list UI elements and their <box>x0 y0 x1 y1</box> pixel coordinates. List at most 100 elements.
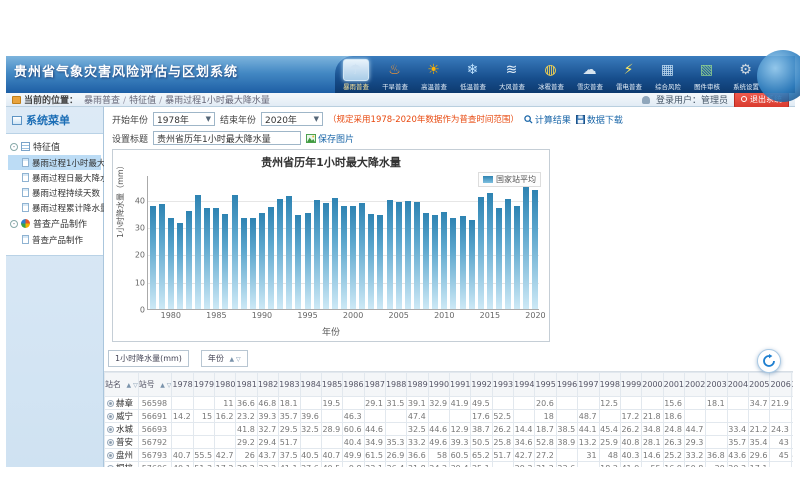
col-year-1991[interactable]: 1991 <box>450 373 471 397</box>
bar-1979[interactable] <box>159 204 165 309</box>
col-year-1998[interactable]: 1998 <box>599 373 620 397</box>
bar-1993[interactable] <box>286 196 292 309</box>
col-year-1978[interactable]: 1978 <box>172 373 193 397</box>
row-radio-icon[interactable] <box>107 400 114 407</box>
bar-2017[interactable] <box>505 199 511 309</box>
bar-1997[interactable] <box>323 203 329 309</box>
col-year-2007[interactable]: 2007 <box>791 373 793 397</box>
bar-2002[interactable] <box>368 214 374 309</box>
end-year-select[interactable]: 2020年 ▼ <box>261 112 323 126</box>
chart-title-input[interactable]: 贵州省历年1小时最大降水量 <box>153 131 301 145</box>
bar-1978[interactable] <box>150 206 156 309</box>
bar-2014[interactable] <box>478 197 484 309</box>
bar-1981[interactable] <box>177 223 183 309</box>
col-year-1990[interactable]: 1990 <box>428 373 449 397</box>
col-year-1983[interactable]: 1983 <box>279 373 300 397</box>
nav-item-drought[interactable]: ♨干旱普查 <box>375 57 414 93</box>
nav-item-high-temp[interactable]: ☀高温普查 <box>414 57 453 93</box>
col-year-1995[interactable]: 1995 <box>535 373 556 397</box>
nav-item-settings[interactable]: ⚙系统设置 <box>726 57 765 93</box>
col-year-1982[interactable]: 1982 <box>257 373 278 397</box>
breadcrumb-item[interactable]: 暴雨过程1小时最大降水量 <box>165 96 270 106</box>
bar-2013[interactable] <box>469 220 475 309</box>
sidebar-item[interactable]: 普查产品制作 <box>8 232 101 247</box>
sidebar-item[interactable]: 暴雨过程日最大降水量 <box>8 170 101 185</box>
col-station-id[interactable]: 站号 ▲ ▽ <box>138 373 172 397</box>
table-row[interactable]: 水城5669341.832.729.532.528.960.644.632.54… <box>105 423 794 436</box>
breadcrumb-item[interactable]: 暴雨普查 <box>84 96 120 106</box>
col-year-2001[interactable]: 2001 <box>663 373 684 397</box>
bar-2018[interactable] <box>514 206 520 309</box>
save-image-button[interactable]: 保存图片 <box>306 132 354 145</box>
nav-item-risk-calculator[interactable]: ▦综合风险 <box>648 57 687 93</box>
bar-1980[interactable] <box>168 218 174 309</box>
bar-1999[interactable] <box>341 206 347 309</box>
col-year-1986[interactable]: 1986 <box>343 373 364 397</box>
bar-2008[interactable] <box>423 213 429 309</box>
row-radio-icon[interactable] <box>107 426 114 433</box>
bar-1996[interactable] <box>314 200 320 309</box>
nav-item-wind[interactable]: ≋大风普查 <box>492 57 531 93</box>
bar-1998[interactable] <box>332 198 338 309</box>
col-year-2005[interactable]: 2005 <box>749 373 770 397</box>
col-year-1988[interactable]: 1988 <box>385 373 406 397</box>
col-year-1981[interactable]: 1981 <box>236 373 257 397</box>
sort-icons[interactable]: ▲ ▽ <box>127 382 138 389</box>
table-row[interactable]: 桐梓5760640.151.317.228.233.241.127.640.59… <box>105 462 794 468</box>
col-year-2000[interactable]: 2000 <box>642 373 663 397</box>
start-year-select[interactable]: 1978年 ▼ <box>153 112 215 126</box>
calculate-button[interactable]: 计算结果 <box>524 113 571 126</box>
nav-item-hail[interactable]: ◍冰雹普查 <box>531 57 570 93</box>
sidebar-item[interactable]: 暴雨过程1小时最大降水量 <box>8 155 101 170</box>
bar-1995[interactable] <box>305 213 311 309</box>
bar-1987[interactable] <box>232 195 238 309</box>
bar-2010[interactable] <box>441 212 447 309</box>
bar-2016[interactable] <box>496 208 502 309</box>
nav-item-lightning[interactable]: ⚡雷电普查 <box>609 57 648 93</box>
bar-2003[interactable] <box>377 215 383 309</box>
bar-1986[interactable] <box>222 214 228 309</box>
nav-item-snow[interactable]: ☁雪灾普查 <box>570 57 609 93</box>
bar-2004[interactable] <box>387 200 393 309</box>
value-type-box[interactable]: 1小时降水量(mm) <box>108 350 189 367</box>
station-table-wrap[interactable]: 站名 ▲ ▽站号 ▲ ▽1978197919801981198219831984… <box>104 371 793 467</box>
refresh-float-button[interactable] <box>757 349 781 373</box>
col-year-1999[interactable]: 1999 <box>620 373 641 397</box>
bar-2020[interactable] <box>532 190 538 310</box>
row-radio-icon[interactable] <box>107 452 114 459</box>
bar-2000[interactable] <box>350 206 356 309</box>
download-button[interactable]: 数据下载 <box>576 113 623 126</box>
col-year-1980[interactable]: 1980 <box>215 373 236 397</box>
bar-2007[interactable] <box>414 202 420 309</box>
bar-1989[interactable] <box>250 218 256 309</box>
tree-group[interactable]: -普查产品制作 <box>8 215 101 232</box>
col-year-2003[interactable]: 2003 <box>706 373 727 397</box>
col-year-1997[interactable]: 1997 <box>578 373 599 397</box>
table-row[interactable]: 赫章565981136.646.818.119.529.131.539.132.… <box>105 397 794 410</box>
year-sort-box[interactable]: 年份 ▲ ▽ <box>201 350 248 367</box>
breadcrumb-item[interactable]: 特征值 <box>129 96 156 106</box>
bar-2015[interactable] <box>487 193 493 309</box>
col-year-2004[interactable]: 2004 <box>727 373 748 397</box>
table-row[interactable]: 盘州5679340.755.542.72643.737.540.540.749.… <box>105 449 794 462</box>
table-row[interactable]: 威宁5669114.21516.223.239.335.739.646.347.… <box>105 410 794 423</box>
bar-2011[interactable] <box>450 218 456 309</box>
col-year-1992[interactable]: 1992 <box>471 373 492 397</box>
expand-icon[interactable]: - <box>10 143 18 151</box>
bar-1985[interactable] <box>213 208 219 309</box>
col-year-1989[interactable]: 1989 <box>407 373 428 397</box>
bar-2009[interactable] <box>432 215 438 309</box>
table-row[interactable]: 普安5679229.229.451.740.434.935.333.249.63… <box>105 436 794 449</box>
bar-1991[interactable] <box>268 207 274 309</box>
col-year-1987[interactable]: 1987 <box>364 373 385 397</box>
sidebar-item[interactable]: 暴雨过程持续天数 <box>8 185 101 200</box>
bar-1984[interactable] <box>204 208 210 309</box>
bar-1988[interactable] <box>241 218 247 309</box>
bar-1982[interactable] <box>186 211 192 309</box>
col-year-1994[interactable]: 1994 <box>514 373 535 397</box>
bar-1994[interactable] <box>295 215 301 309</box>
nav-item-rainstorm[interactable]: ☂暴雨普查 <box>336 57 375 93</box>
row-radio-icon[interactable] <box>107 439 114 446</box>
bar-2006[interactable] <box>405 201 411 309</box>
nav-item-map-review[interactable]: ▧图件审核 <box>687 57 726 93</box>
